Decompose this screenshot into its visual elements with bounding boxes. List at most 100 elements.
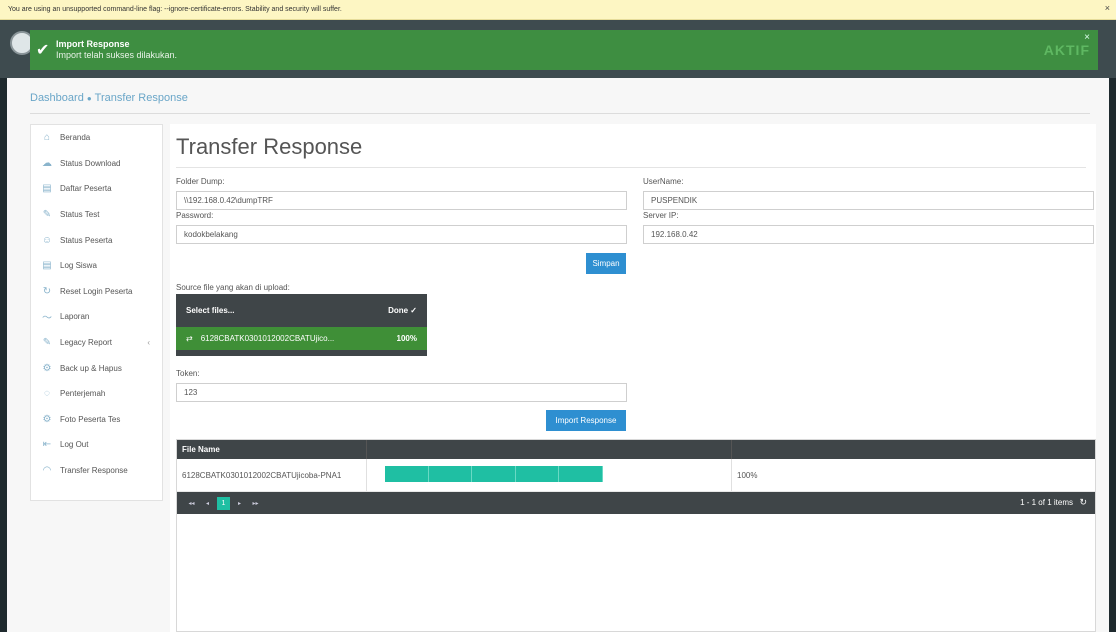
column-header-file-name[interactable]: File Name <box>177 440 367 459</box>
infobar-close-icon[interactable]: × <box>1105 3 1110 13</box>
sidebar-item-label: Back up & Hapus <box>60 363 122 373</box>
source-file-label: Source file yang akan di upload: <box>176 283 290 292</box>
upload-done-status: Done ✓ <box>388 305 417 315</box>
row-percent: 100% <box>737 470 758 480</box>
rss-icon: ◠ <box>42 465 52 477</box>
column-header-percent <box>732 440 1095 459</box>
log-icon: ▤ <box>42 260 52 272</box>
toast-message: Import telah sukses dilakukan. <box>56 50 178 60</box>
sidebar-item-status-test[interactable]: ✎ Status Test <box>31 202 162 228</box>
page-title: Transfer Response <box>176 134 363 159</box>
column-header-progress <box>367 440 732 459</box>
grid-pager: ◂◂ ◂ 1 ▸ ▸▸ 1 - 1 of 1 items ↻ <box>177 492 1095 514</box>
sidebar-item-status-peserta[interactable]: ☺ Status Peserta <box>31 227 162 253</box>
page-1-button[interactable]: 1 <box>217 496 230 510</box>
sidebar-item-foto-peserta-tes[interactable]: ⚙ Foto Peserta Tes <box>31 407 162 433</box>
breadcrumb-current: Transfer Response <box>94 92 188 104</box>
sidebar-item-label: Laporan <box>60 312 90 322</box>
sidebar-item-log-siswa[interactable]: ▤ Log Siswa <box>31 253 162 279</box>
sidebar-item-label: Foto Peserta Tes <box>60 414 121 424</box>
import-response-button[interactable]: Import Response <box>546 410 626 431</box>
row-progress-cell <box>367 459 732 491</box>
title-divider <box>176 167 1086 168</box>
sidebar-item-label: Status Peserta <box>60 235 113 245</box>
logout-icon: ⇤ <box>42 439 52 451</box>
upload-file-percent: 100% <box>396 334 417 343</box>
server-ip-label: Server IP: <box>643 211 679 220</box>
username-input[interactable]: PUSPENDIK <box>643 191 1094 210</box>
report-icon: ✎ <box>42 337 52 349</box>
last-page-button[interactable]: ▸▸ <box>249 497 262 510</box>
row-file-name: 6128CBATK0301012002CBATUjicoba-PNA1 <box>177 459 367 491</box>
sidebar-item-label: Transfer Response <box>60 466 128 476</box>
file-transfer-icon: ⇄ <box>186 334 193 343</box>
sidebar-item-penterjemah[interactable]: ◌ Penterjemah <box>31 381 162 407</box>
sidebar-item-label: Legacy Report <box>60 338 113 348</box>
cloud-download-icon: ☁ <box>42 157 52 169</box>
chevron-left-icon: ‹ <box>147 338 150 348</box>
chart-icon: 〜 <box>42 313 52 325</box>
sidebar-item-reset-login-peserta[interactable]: ↻ Reset Login Peserta <box>31 279 162 305</box>
file-upload: Select files... Done ✓ ⇄ 6128CBATK030101… <box>176 294 427 356</box>
infobar-message: You are using an unsupported command-lin… <box>8 6 342 13</box>
next-page-button[interactable]: ▸ <box>233 497 246 510</box>
upload-file-name: 6128CBATK0301012002CBATUjico... <box>200 334 335 343</box>
breadcrumb-divider <box>30 113 1090 114</box>
save-button[interactable]: Simpan <box>586 253 626 274</box>
sidebar-item-legacy-report[interactable]: ✎ Legacy Report ‹ <box>31 330 162 356</box>
select-files-button[interactable]: Select files... <box>186 306 234 315</box>
prev-page-button[interactable]: ◂ <box>201 497 214 510</box>
server-ip-input[interactable]: 192.168.0.42 <box>643 225 1094 244</box>
sidebar-item-log-out[interactable]: ⇤ Log Out <box>31 432 162 458</box>
password-input[interactable]: kodokbelakang <box>176 225 627 244</box>
translate-icon: ◌ <box>44 388 50 400</box>
breadcrumb-separator: ● <box>86 94 92 103</box>
success-toast: ✔ Import Response Import telah sukses di… <box>30 30 1098 70</box>
token-input[interactable]: 123 <box>176 383 627 402</box>
sidebar-item-label: Status Download <box>60 158 121 168</box>
reset-icon: ↻ <box>42 285 52 297</box>
sidebar-item-status-download[interactable]: ☁ Status Download <box>31 151 162 177</box>
progress-bar-fill <box>385 466 603 482</box>
sidebar-item-label: Beranda <box>60 133 91 143</box>
sidebar-item-label: Reset Login Peserta <box>60 286 133 296</box>
sidebar-item-laporan[interactable]: 〜 Laporan <box>31 304 162 330</box>
camera-icon: ⚙ <box>42 413 52 425</box>
user-icon: ☺ <box>41 234 53 246</box>
main-panel: Transfer Response Folder Dump: \\192.168… <box>170 124 1096 632</box>
list-icon: ▤ <box>42 183 52 195</box>
sidebar-item-back-up-hapus[interactable]: ⚙ Back up & Hapus <box>31 355 162 381</box>
sidebar-item-label: Penterjemah <box>60 389 106 399</box>
breadcrumb: Dashboard ● Transfer Response <box>30 92 188 104</box>
infobar: You are using an unsupported command-lin… <box>0 0 1116 20</box>
sidebar-item-label: Log Siswa <box>60 261 97 271</box>
check-icon: ✔ <box>36 42 50 59</box>
upload-file-row: ⇄ 6128CBATK0301012002CBATUjico... 100% <box>176 327 427 350</box>
sidebar-item-label: Daftar Peserta <box>60 184 112 194</box>
grid-header: File Name <box>177 440 1095 459</box>
home-icon: ⌂ <box>43 132 51 144</box>
backup-icon: ⚙ <box>42 362 52 374</box>
first-page-button[interactable]: ◂◂ <box>185 497 198 510</box>
edit-icon: ✎ <box>42 209 52 221</box>
folder-dump-label: Folder Dump: <box>176 177 225 186</box>
breadcrumb-home[interactable]: Dashboard <box>30 92 84 104</box>
password-label: Password: <box>176 211 214 220</box>
token-label: Token: <box>176 369 200 378</box>
sidebar-item-label: Status Test <box>60 210 100 220</box>
toast-title: Import Response <box>56 39 130 49</box>
pager-info: 1 - 1 of 1 items <box>1020 498 1073 507</box>
refresh-icon[interactable]: ↻ <box>1079 497 1087 508</box>
progress-bar <box>385 466 603 482</box>
sidebar-item-transfer-response[interactable]: ◠ Transfer Response <box>31 458 162 484</box>
status-label: AKTIF <box>1043 42 1090 58</box>
folder-dump-input[interactable]: \\192.168.0.42\dumpTRF <box>176 191 627 210</box>
table-row[interactable]: 6128CBATK0301012002CBATUjicoba-PNA1 100% <box>177 459 1095 492</box>
sidebar: ⌂ Beranda ☁ Status Download ▤ Daftar Peserta ✎… <box>30 124 163 501</box>
username-label: UserName: <box>643 177 684 186</box>
sidebar-item-beranda[interactable]: ⌂ Beranda <box>31 125 162 151</box>
sidebar-item-label: Log Out <box>60 440 89 450</box>
sidebar-item-daftar-peserta[interactable]: ▤ Daftar Peserta <box>31 176 162 202</box>
top-bar: ✔ Import Response Import telah sukses di… <box>0 20 1116 78</box>
file-grid: File Name 6128CBATK0301012002CBATUjicoba… <box>176 439 1096 632</box>
